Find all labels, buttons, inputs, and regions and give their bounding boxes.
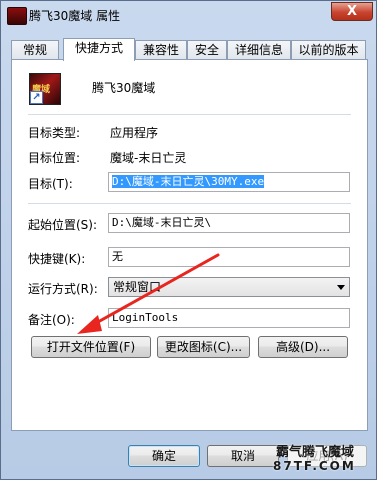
watermark-site: 87TF.COM xyxy=(273,459,356,473)
comment-input[interactable]: LoginTools xyxy=(108,308,350,328)
shortcut-arrow-icon: ↗ xyxy=(30,91,43,104)
hotkey-input[interactable]: 无 xyxy=(108,247,350,267)
tab-security[interactable]: 安全 xyxy=(187,40,227,60)
start-in-label: 起始位置(S): xyxy=(28,218,98,232)
shortcut-icon: 魔域 ↗ xyxy=(29,73,61,105)
chevron-down-icon xyxy=(337,285,345,290)
tab-strip: 常规 快捷方式 兼容性 安全 详细信息 以前的版本 xyxy=(11,38,368,61)
run-select[interactable]: 常规窗口 xyxy=(108,277,350,297)
advanced-button[interactable]: 高级(D)... xyxy=(258,336,348,358)
tab-details[interactable]: 详细信息 xyxy=(227,40,291,60)
title-bar[interactable]: 腾飞30魔域 属性 X xyxy=(1,1,376,29)
divider xyxy=(28,203,351,204)
shortcut-panel: 魔域 ↗ 腾飞30魔域 目标类型: 应用程序 目标位置: 魔域-末日亡灵 目标(… xyxy=(11,59,368,431)
target-location-label: 目标位置: xyxy=(28,151,81,165)
ok-button[interactable]: 确定 xyxy=(128,445,200,467)
tab-general[interactable]: 常规 xyxy=(11,40,59,60)
change-icon-button[interactable]: 更改图标(C)... xyxy=(157,336,250,358)
tab-shortcut[interactable]: 快捷方式 xyxy=(63,38,135,61)
start-in-input[interactable]: D:\魔域-末日亡灵\ xyxy=(108,213,350,233)
target-input-text: D:\魔域-末日亡灵\30MY.exe xyxy=(112,175,265,188)
shortcut-name: 腾飞30魔域 xyxy=(92,81,156,95)
properties-window: 腾飞30魔域 属性 X 常规 快捷方式 兼容性 安全 详细信息 以前的版本 魔域… xyxy=(0,0,377,480)
tab-compatibility[interactable]: 兼容性 xyxy=(135,40,187,60)
divider xyxy=(28,114,351,115)
watermark-title: 霸气腾飞魔域 xyxy=(276,445,355,460)
run-select-value: 常规窗口 xyxy=(113,280,162,294)
close-button[interactable]: X xyxy=(331,2,373,21)
comment-label: 备注(O): xyxy=(28,313,75,327)
hotkey-label: 快捷键(K): xyxy=(28,252,86,266)
cancel-button[interactable]: 取消 xyxy=(207,445,279,467)
target-type-label: 目标类型: xyxy=(28,126,81,140)
tab-previous-versions[interactable]: 以前的版本 xyxy=(291,40,366,60)
target-type-value: 应用程序 xyxy=(110,126,159,140)
window-title: 腾飞30魔域 属性 xyxy=(29,9,121,23)
target-location-value: 魔域-末日亡灵 xyxy=(110,151,187,165)
open-file-location-button[interactable]: 打开文件位置(F) xyxy=(31,336,151,358)
app-icon xyxy=(7,7,27,25)
run-label: 运行方式(R): xyxy=(28,282,98,296)
target-label: 目标(T): xyxy=(28,177,73,191)
target-input[interactable]: D:\魔域-末日亡灵\30MY.exe xyxy=(108,172,350,192)
